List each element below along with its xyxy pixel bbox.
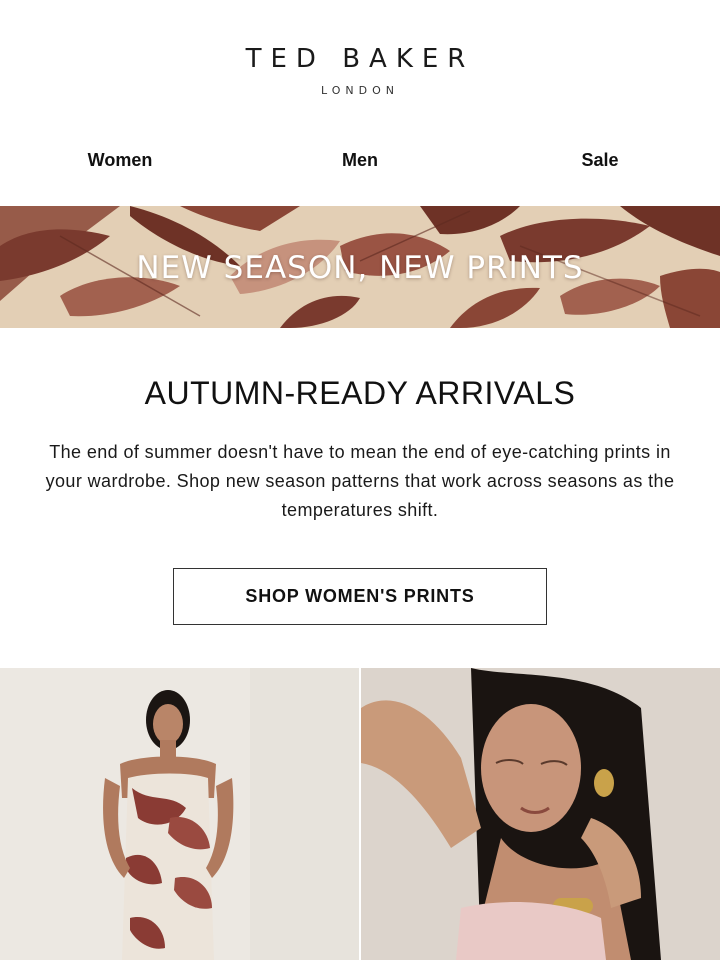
brand-logo[interactable]: TED BAKER: [0, 44, 720, 74]
section-body-copy: The end of summer doesn't have to mean t…: [45, 442, 675, 520]
nav-item-sale[interactable]: Sale: [480, 150, 720, 171]
hero-banner[interactable]: NEW SEASON, NEW PRINTS: [0, 206, 720, 328]
product-image-left[interactable]: [0, 668, 359, 960]
email-header: TED BAKER LONDON: [0, 0, 720, 130]
shop-womens-prints-button[interactable]: SHOP WOMEN'S PRINTS: [173, 568, 547, 625]
main-nav: Women Men Sale: [0, 150, 720, 180]
banner-headline: NEW SEASON, NEW PRINTS: [136, 250, 584, 286]
nav-item-women[interactable]: Women: [0, 150, 240, 171]
brand-logo-subtitle: LONDON: [321, 84, 399, 97]
product-image-right[interactable]: [361, 668, 720, 960]
nav-item-men[interactable]: Men: [240, 150, 480, 171]
model-dress-photo: [0, 668, 359, 960]
model-jewellery-photo: [361, 668, 720, 960]
section-headline: AUTUMN-READY ARRIVALS: [144, 375, 576, 411]
